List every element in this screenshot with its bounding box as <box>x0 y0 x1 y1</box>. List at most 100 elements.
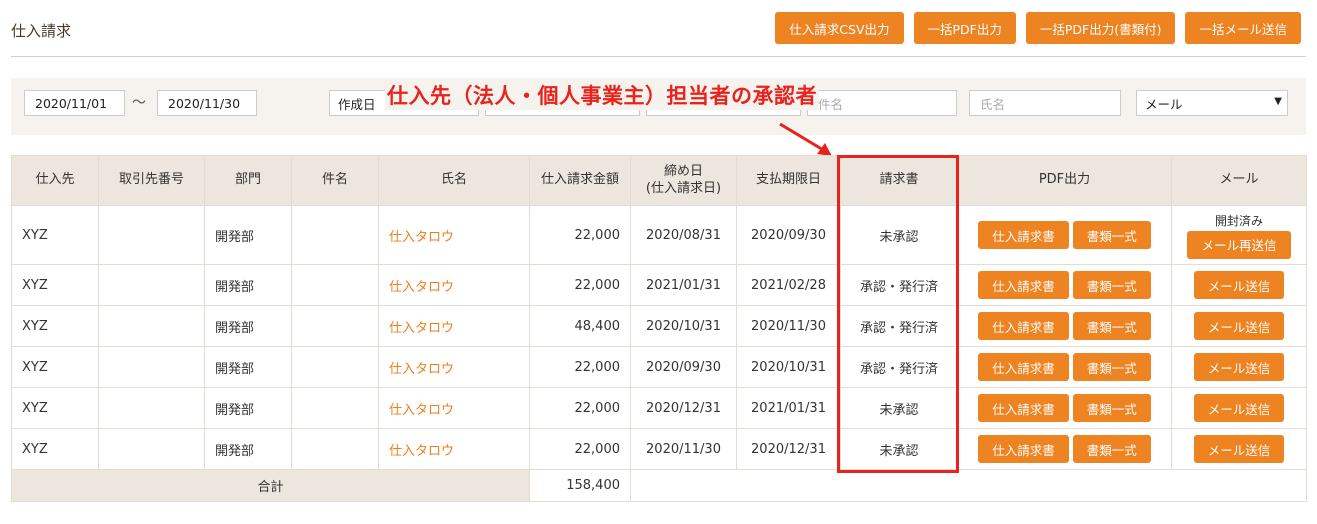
name-link[interactable]: 仕入タロウ <box>389 321 454 336</box>
subject-cell <box>291 428 379 470</box>
column-header: メール <box>1171 155 1307 206</box>
chevron-down-icon: ▼ <box>1274 96 1282 107</box>
column-header: 部門 <box>204 155 292 206</box>
amount-cell: 22,000 <box>529 264 631 306</box>
name-cell: 仕入タロウ <box>378 387 530 429</box>
pdf-invoice-button[interactable]: 仕入請求書 <box>978 353 1069 381</box>
mail-send-button[interactable]: メール送信 <box>1193 353 1285 381</box>
pdf-documents-button[interactable]: 書類一式 <box>1072 394 1151 422</box>
total-amount: 158,400 <box>529 469 631 502</box>
name-link[interactable]: 仕入タロウ <box>389 230 454 245</box>
closing-date-cell: 2020/10/31 <box>630 305 737 347</box>
name-cell: 仕入タロウ <box>378 428 530 470</box>
pdf-cell: 仕入請求書 書類一式 <box>957 264 1172 306</box>
supplier-cell: XYZ <box>11 205 99 265</box>
department-cell: 開発部 <box>204 305 292 347</box>
supplier-cell: XYZ <box>11 387 99 429</box>
csv-export-button[interactable]: 仕入請求CSV出力 <box>775 12 904 44</box>
pdf-documents-button[interactable]: 書類一式 <box>1072 312 1151 340</box>
due-date-cell: 2020/10/31 <box>736 346 841 388</box>
pdf-documents-button[interactable]: 書類一式 <box>1072 221 1151 249</box>
mail-cell: メール送信 <box>1171 387 1307 429</box>
amount-cell: 48,400 <box>529 305 631 347</box>
pdf-documents-button[interactable]: 書類一式 <box>1072 271 1151 299</box>
name-link[interactable]: 仕入タロウ <box>389 280 454 295</box>
column-header-line: 締め日 <box>663 164 703 180</box>
pdf-invoice-button[interactable]: 仕入請求書 <box>978 312 1069 340</box>
amount-cell: 22,000 <box>529 428 631 470</box>
department-cell: 開発部 <box>204 428 292 470</box>
column-header: PDF出力 <box>957 155 1172 206</box>
status-cell: 承認・発行済 <box>840 264 958 306</box>
name-link[interactable]: 仕入タロウ <box>389 403 454 418</box>
pdf-invoice-button[interactable]: 仕入請求書 <box>978 221 1069 249</box>
invoice-table: 仕入先 取引先番号 部門 件名 氏名 仕入請求金額 締め日 (仕入請求日) 支払… <box>11 155 1307 502</box>
bulk-pdf-button[interactable]: 一括PDF出力 <box>913 12 1016 44</box>
page-title: 仕入請求 <box>11 22 72 40</box>
mail-resend-button[interactable]: メール再送信 <box>1187 230 1291 259</box>
mail-cell: メール送信 <box>1171 264 1307 306</box>
department-cell: 開発部 <box>204 205 292 265</box>
pdf-invoice-button[interactable]: 仕入請求書 <box>978 435 1069 463</box>
mail-cell: メール送信 <box>1171 305 1307 347</box>
subject-cell <box>291 387 379 429</box>
name-cell: 仕入タロウ <box>378 346 530 388</box>
date-to-input[interactable]: 2020/11/30 <box>157 90 257 116</box>
closing-date-cell: 2020/08/31 <box>630 205 737 265</box>
table-row: XYZ 開発部 仕入タロウ 22,000 2020/11/30 2020/12/31 未承認… <box>11 428 1307 470</box>
pdf-cell: 仕入請求書 書類一式 <box>957 205 1172 265</box>
bulk-mail-button[interactable]: 一括メール送信 <box>1185 12 1301 44</box>
mail-send-button[interactable]: メール送信 <box>1193 312 1285 340</box>
partner-number-cell <box>98 346 205 388</box>
pdf-invoice-button[interactable]: 仕入請求書 <box>978 394 1069 422</box>
column-header: 締め日 (仕入請求日) <box>630 155 737 206</box>
name-link[interactable]: 仕入タロウ <box>389 362 454 377</box>
name-cell: 仕入タロウ <box>378 205 530 265</box>
table-row: XYZ 開発部 仕入タロウ 48,400 2020/10/31 2020/11/30 承認・… <box>11 305 1307 347</box>
name-link[interactable]: 仕入タロウ <box>389 444 454 459</box>
mail-status-select[interactable]: メール ▼ <box>1136 90 1288 116</box>
pdf-invoice-button[interactable]: 仕入請求書 <box>978 271 1069 299</box>
pdf-cell: 仕入請求書 書類一式 <box>957 428 1172 470</box>
status-cell: 承認・発行済 <box>840 305 958 347</box>
supplier-cell: XYZ <box>11 428 99 470</box>
due-date-cell: 2020/11/30 <box>736 305 841 347</box>
date-from-input[interactable]: 2020/11/01 <box>24 90 125 116</box>
amount-cell: 22,000 <box>529 387 631 429</box>
due-date-cell: 2021/01/31 <box>736 387 841 429</box>
pdf-cell: 仕入請求書 書類一式 <box>957 346 1172 388</box>
status-cell: 未承認 <box>840 387 958 429</box>
subject-cell <box>291 264 379 306</box>
total-label: 合計 <box>11 469 530 502</box>
divider <box>11 56 1306 57</box>
pdf-documents-button[interactable]: 書類一式 <box>1072 435 1151 463</box>
column-header: 件名 <box>291 155 379 206</box>
mail-send-button[interactable]: メール送信 <box>1193 271 1285 299</box>
subject-input[interactable]: 件名 <box>807 90 957 116</box>
closing-date-cell: 2020/09/30 <box>630 346 737 388</box>
partner-number-cell <box>98 305 205 347</box>
mail-send-button[interactable]: メール送信 <box>1193 435 1285 463</box>
due-date-cell: 2020/09/30 <box>736 205 841 265</box>
department-cell: 開発部 <box>204 387 292 429</box>
partner-number-cell <box>98 264 205 306</box>
supplier-cell: XYZ <box>11 346 99 388</box>
bulk-pdf-with-docs-button[interactable]: 一括PDF出力(書類付) <box>1025 12 1176 44</box>
amount-cell: 22,000 <box>529 205 631 265</box>
pdf-documents-button[interactable]: 書類一式 <box>1072 353 1151 381</box>
arrow-annotation-icon <box>779 122 832 156</box>
mail-opened-note: 開封済み <box>1214 213 1263 228</box>
column-header: 請求書 <box>840 155 958 206</box>
due-date-cell: 2020/12/31 <box>736 428 841 470</box>
due-date-cell: 2021/02/28 <box>736 264 841 306</box>
mail-send-button[interactable]: メール送信 <box>1193 394 1285 422</box>
name-input[interactable]: 氏名 <box>969 90 1121 116</box>
status-cell: 未承認 <box>840 205 958 265</box>
supplier-cell: XYZ <box>11 264 99 306</box>
name-cell: 仕入タロウ <box>378 264 530 306</box>
supplier-cell: XYZ <box>11 305 99 347</box>
subject-cell <box>291 305 379 347</box>
partner-number-cell <box>98 387 205 429</box>
status-cell: 未承認 <box>840 428 958 470</box>
partner-number-cell <box>98 205 205 265</box>
